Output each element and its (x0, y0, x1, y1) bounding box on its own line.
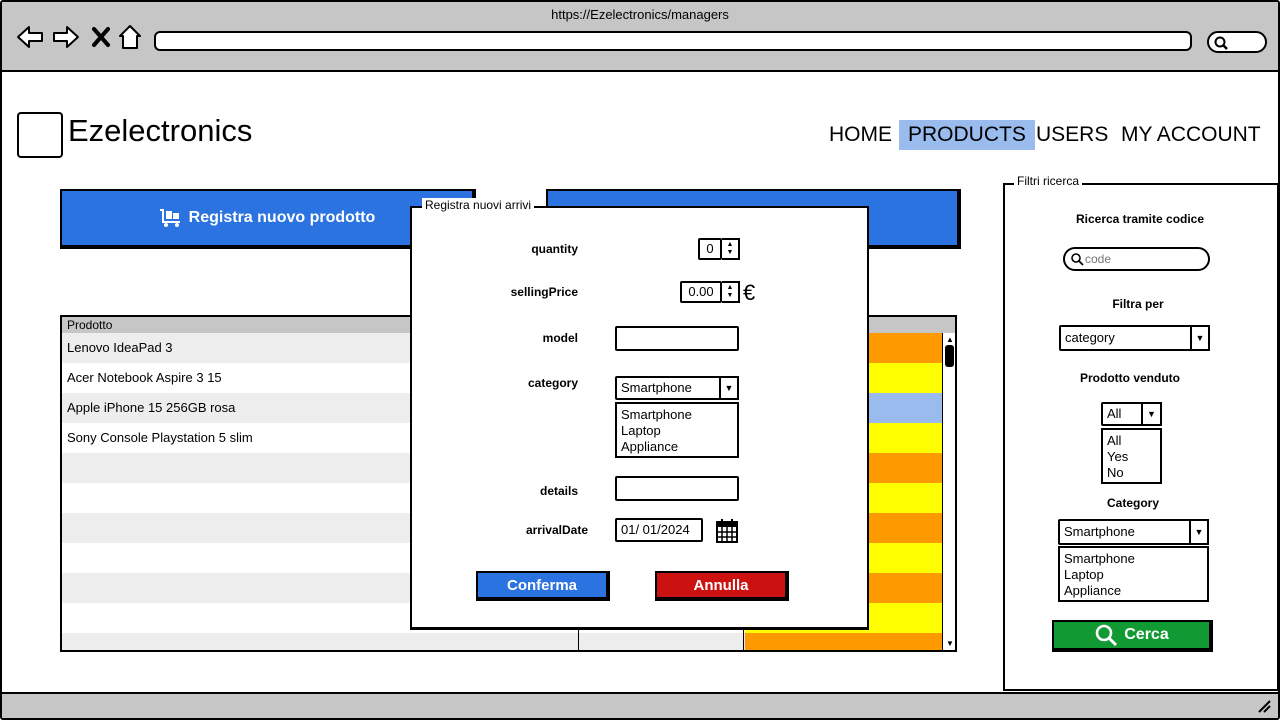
euro-icon: € (743, 280, 756, 305)
browser-search-box[interactable] (1207, 31, 1267, 53)
search-icon (1095, 624, 1118, 647)
scroll-up-icon: ▲ (946, 335, 954, 344)
back-icon[interactable] (15, 22, 45, 52)
status-bar (2, 692, 1278, 718)
register-product-label: Registra nuovo prodotto (188, 209, 376, 226)
category-filter-option[interactable]: Smartphone (1064, 551, 1207, 567)
cart-icon (159, 209, 180, 227)
category-option[interactable]: Appliance (621, 439, 737, 455)
sold-select[interactable]: All (1101, 402, 1143, 426)
code-search-box[interactable] (1063, 247, 1210, 271)
dialog-title: Registra nuovi arrivi (422, 198, 535, 212)
url-text: https://Ezelectronics/managers (551, 7, 729, 22)
confirm-button[interactable]: Conferma (476, 571, 610, 601)
nav-users[interactable]: USERS (1027, 120, 1117, 150)
sold-label: Prodotto venduto (1080, 371, 1180, 385)
brand-name: Ezelectronics (68, 113, 253, 148)
category-filter-select[interactable]: Smartphone (1058, 519, 1191, 545)
selling-price-label: sellingPrice (510, 285, 578, 299)
logo (17, 112, 63, 158)
calendar-icon[interactable] (715, 518, 739, 549)
sold-option[interactable]: Yes (1107, 449, 1160, 465)
chevron-down-icon[interactable]: ▼ (719, 376, 739, 400)
arrival-date-label: arrivalDate (525, 523, 588, 537)
quantity-label: quantity (531, 242, 578, 256)
home-icon[interactable] (115, 22, 145, 52)
nav-home[interactable]: HOME (820, 120, 901, 150)
resize-handle-icon[interactable] (1256, 699, 1272, 718)
sold-option[interactable]: No (1107, 465, 1160, 481)
details-label: details (539, 484, 578, 498)
cancel-button[interactable]: Annulla (655, 571, 789, 601)
status-cell (745, 633, 942, 650)
chevron-down-icon[interactable]: ▼ (1190, 325, 1210, 351)
category-option[interactable]: Laptop (621, 423, 737, 439)
search-button-label: Cerca (1124, 626, 1169, 643)
chevron-down-icon[interactable]: ▼ (1189, 519, 1209, 545)
address-bar[interactable] (154, 31, 1192, 51)
category-select[interactable]: Smartphone (615, 376, 721, 400)
filter-by-select[interactable]: category (1059, 325, 1193, 351)
stop-icon[interactable] (86, 22, 116, 52)
filter-by-label: Filtra per (1112, 297, 1164, 311)
selling-price-stepper[interactable]: ▲ ▼ (722, 281, 740, 303)
category-filter-options-list: Smartphone Laptop Appliance (1058, 546, 1209, 602)
selling-price-field[interactable]: 0.00 (680, 281, 722, 303)
scroll-down-icon: ▼ (946, 639, 954, 648)
quantity-field[interactable]: 0 (698, 238, 722, 260)
category-filter-label: Category (1106, 496, 1159, 510)
category-filter-option[interactable]: Appliance (1064, 583, 1207, 599)
nav-products[interactable]: PRODUCTS (899, 120, 1035, 150)
category-options-list: Smartphone Laptop Appliance (615, 402, 739, 458)
category-filter-option[interactable]: Laptop (1064, 567, 1207, 583)
search-icon (1214, 36, 1228, 50)
code-search-input[interactable] (1085, 250, 1203, 268)
search-button[interactable]: Cerca (1052, 620, 1213, 652)
sold-option[interactable]: All (1107, 433, 1160, 449)
category-label: category (527, 376, 578, 390)
model-label: model (542, 331, 578, 345)
search-icon (1071, 253, 1084, 266)
search-code-label: Ricerca tramite codice (1075, 212, 1205, 226)
category-option[interactable]: Smartphone (621, 407, 737, 423)
table-scrollbar[interactable]: ▲ ▼ (942, 333, 955, 650)
chevron-down-icon[interactable]: ▼ (1141, 402, 1162, 426)
scroll-thumb[interactable] (945, 345, 954, 367)
details-input[interactable] (615, 476, 739, 501)
quantity-stepper[interactable]: ▲ ▼ (722, 238, 740, 260)
forward-icon[interactable] (51, 22, 81, 52)
arrival-date-input[interactable]: 01/ 01/2024 (615, 518, 703, 542)
nav-my-account[interactable]: MY ACCOUNT (1112, 120, 1270, 150)
filters-title: Filtri ricerca (1014, 174, 1082, 188)
model-input[interactable] (615, 326, 739, 351)
sold-options-list: All Yes No (1101, 428, 1162, 484)
